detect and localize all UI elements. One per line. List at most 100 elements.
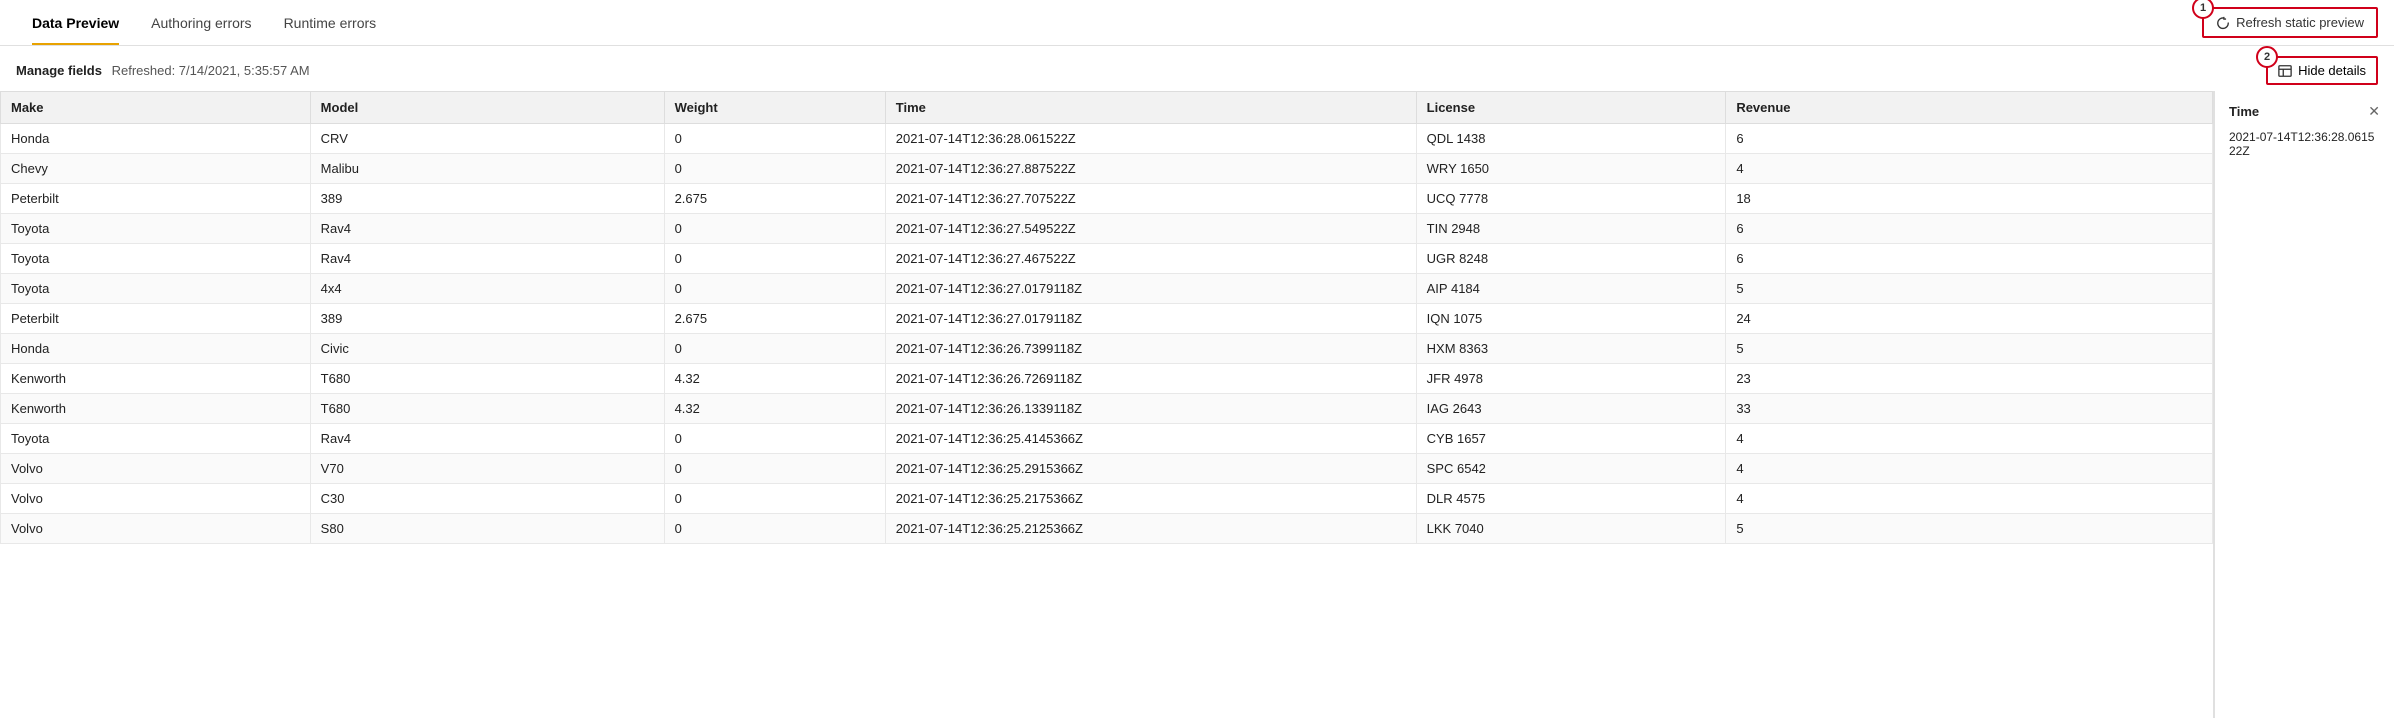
cell-weight: 0 <box>664 244 885 274</box>
cell-weight: 0 <box>664 154 885 184</box>
cell-weight: 0 <box>664 124 885 154</box>
cell-time: 2021-07-14T12:36:27.549522Z <box>885 214 1416 244</box>
side-panel-title: Time <box>2229 104 2259 119</box>
cell-time: 2021-07-14T12:36:27.0179118Z <box>885 274 1416 304</box>
cell-revenue: 23 <box>1726 364 2213 394</box>
cell-weight: 0 <box>664 214 885 244</box>
cell-revenue: 33 <box>1726 394 2213 424</box>
cell-weight: 0 <box>664 454 885 484</box>
cell-make: Honda <box>1 124 311 154</box>
table-row[interactable]: ToyotaRav402021-07-14T12:36:27.549522ZTI… <box>1 214 2213 244</box>
tab-runtime-errors[interactable]: Runtime errors <box>268 0 393 45</box>
cell-license: TIN 2948 <box>1416 214 1726 244</box>
cell-model: T680 <box>310 364 664 394</box>
table-row[interactable]: ToyotaRav402021-07-14T12:36:25.4145366ZC… <box>1 424 2213 454</box>
cell-weight: 0 <box>664 424 885 454</box>
cell-weight: 0 <box>664 514 885 544</box>
tab-runtime-errors-label: Runtime errors <box>284 15 377 31</box>
table-row[interactable]: Peterbilt3892.6752021-07-14T12:36:27.707… <box>1 184 2213 214</box>
cell-model: V70 <box>310 454 664 484</box>
refresh-static-preview-button[interactable]: 1 Refresh static preview <box>2202 7 2378 38</box>
cell-make: Toyota <box>1 214 311 244</box>
side-panel: Time ✕ 2021-07-14T12:36:28.061522Z <box>2214 91 2394 718</box>
tab-data-preview[interactable]: Data Preview <box>16 0 135 45</box>
cell-make: Toyota <box>1 424 311 454</box>
cell-time: 2021-07-14T12:36:27.887522Z <box>885 154 1416 184</box>
data-table: Make Model Weight Time License Revenue H… <box>0 91 2213 544</box>
cell-model: Civic <box>310 334 664 364</box>
table-row[interactable]: VolvoC3002021-07-14T12:36:25.2175366ZDLR… <box>1 484 2213 514</box>
table-row[interactable]: KenworthT6804.322021-07-14T12:36:26.1339… <box>1 394 2213 424</box>
col-header-time: Time <box>885 92 1416 124</box>
cell-revenue: 5 <box>1726 334 2213 364</box>
table-row[interactable]: VolvoV7002021-07-14T12:36:25.2915366ZSPC… <box>1 454 2213 484</box>
cell-weight: 4.32 <box>664 364 885 394</box>
hide-details-button[interactable]: 2 Hide details <box>2266 56 2378 85</box>
cell-weight: 0 <box>664 334 885 364</box>
cell-make: Volvo <box>1 514 311 544</box>
cell-weight: 2.675 <box>664 184 885 214</box>
cell-license: UGR 8248 <box>1416 244 1726 274</box>
cell-license: HXM 8363 <box>1416 334 1726 364</box>
cell-revenue: 5 <box>1726 274 2213 304</box>
refresh-btn-label: Refresh static preview <box>2236 15 2364 30</box>
table-row[interactable]: VolvoS8002021-07-14T12:36:25.2125366ZLKK… <box>1 514 2213 544</box>
cell-make: Volvo <box>1 454 311 484</box>
cell-make: Peterbilt <box>1 304 311 334</box>
cell-make: Toyota <box>1 274 311 304</box>
cell-time: 2021-07-14T12:36:28.061522Z <box>885 124 1416 154</box>
badge-1: 1 <box>2192 0 2214 19</box>
table-row[interactable]: ChevyMalibu02021-07-14T12:36:27.887522ZW… <box>1 154 2213 184</box>
cell-revenue: 6 <box>1726 244 2213 274</box>
data-table-area[interactable]: Make Model Weight Time License Revenue H… <box>0 91 2214 718</box>
cell-weight: 0 <box>664 274 885 304</box>
tab-authoring-errors-label: Authoring errors <box>151 15 251 31</box>
cell-license: QDL 1438 <box>1416 124 1726 154</box>
side-panel-header: Time ✕ <box>2229 103 2380 120</box>
cell-time: 2021-07-14T12:36:27.0179118Z <box>885 304 1416 334</box>
cell-time: 2021-07-14T12:36:25.2915366Z <box>885 454 1416 484</box>
manage-fields-info: Manage fields Refreshed: 7/14/2021, 5:35… <box>16 63 310 78</box>
cell-revenue: 4 <box>1726 154 2213 184</box>
cell-time: 2021-07-14T12:36:25.4145366Z <box>885 424 1416 454</box>
cell-weight: 2.675 <box>664 304 885 334</box>
tab-data-preview-label: Data Preview <box>32 15 119 31</box>
cell-model: S80 <box>310 514 664 544</box>
cell-license: DLR 4575 <box>1416 484 1726 514</box>
cell-model: 389 <box>310 304 664 334</box>
cell-license: JFR 4978 <box>1416 364 1726 394</box>
table-row[interactable]: KenworthT6804.322021-07-14T12:36:26.7269… <box>1 364 2213 394</box>
cell-revenue: 24 <box>1726 304 2213 334</box>
cell-license: LKK 7040 <box>1416 514 1726 544</box>
col-header-model: Model <box>310 92 664 124</box>
cell-revenue: 5 <box>1726 514 2213 544</box>
cell-make: Peterbilt <box>1 184 311 214</box>
cell-weight: 4.32 <box>664 394 885 424</box>
cell-time: 2021-07-14T12:36:25.2125366Z <box>885 514 1416 544</box>
cell-model: T680 <box>310 394 664 424</box>
cell-license: IQN 1075 <box>1416 304 1726 334</box>
cell-make: Kenworth <box>1 364 311 394</box>
tab-bar: Data Preview Authoring errors Runtime er… <box>0 0 2394 46</box>
cell-revenue: 4 <box>1726 454 2213 484</box>
hide-details-icon <box>2278 64 2292 78</box>
cell-license: SPC 6542 <box>1416 454 1726 484</box>
table-row[interactable]: HondaCRV02021-07-14T12:36:28.061522ZQDL … <box>1 124 2213 154</box>
manage-fields-label: Manage fields <box>16 63 102 78</box>
col-header-revenue: Revenue <box>1726 92 2213 124</box>
table-row[interactable]: Toyota4x402021-07-14T12:36:27.0179118ZAI… <box>1 274 2213 304</box>
cell-revenue: 6 <box>1726 214 2213 244</box>
main-layout: Make Model Weight Time License Revenue H… <box>0 91 2394 718</box>
cell-make: Volvo <box>1 484 311 514</box>
side-panel-value: 2021-07-14T12:36:28.061522Z <box>2229 130 2380 158</box>
table-row[interactable]: Peterbilt3892.6752021-07-14T12:36:27.017… <box>1 304 2213 334</box>
cell-license: UCQ 7778 <box>1416 184 1726 214</box>
table-row[interactable]: ToyotaRav402021-07-14T12:36:27.467522ZUG… <box>1 244 2213 274</box>
cell-model: Rav4 <box>310 214 664 244</box>
table-row[interactable]: HondaCivic02021-07-14T12:36:26.7399118ZH… <box>1 334 2213 364</box>
cell-model: 4x4 <box>310 274 664 304</box>
close-icon[interactable]: ✕ <box>2368 103 2380 120</box>
col-header-weight: Weight <box>664 92 885 124</box>
cell-time: 2021-07-14T12:36:26.7399118Z <box>885 334 1416 364</box>
tab-authoring-errors[interactable]: Authoring errors <box>135 0 267 45</box>
